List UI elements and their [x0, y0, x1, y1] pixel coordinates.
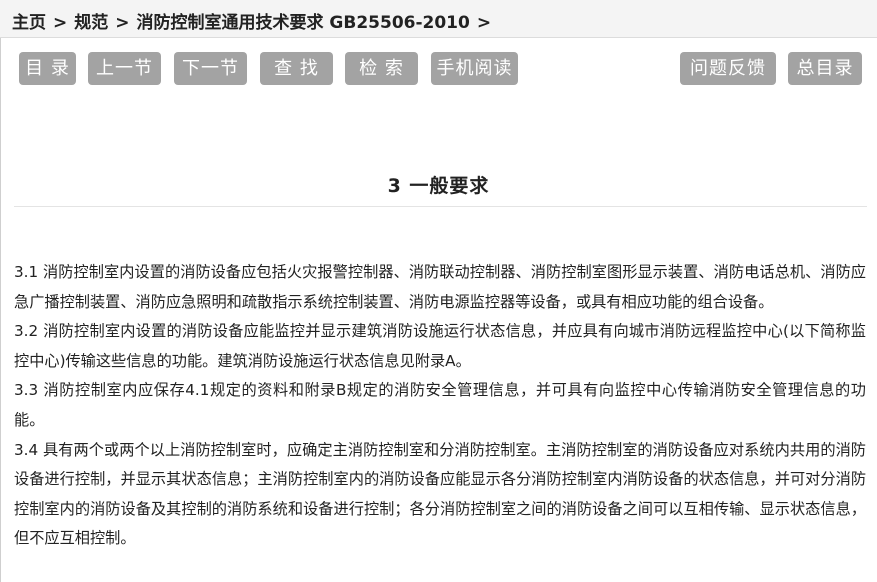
search-button[interactable]: 检 索: [345, 52, 418, 85]
breadcrumb-document-link[interactable]: 消防控制室通用技术要求 GB25506-2010: [137, 13, 470, 33]
clause-3-2: 3.2 消防控制室内设置的消防设备应能监控并显示建筑消防设施运行状态信息，并应具…: [14, 322, 866, 370]
breadcrumb-separator: >: [115, 13, 130, 33]
previous-section-button[interactable]: 上一节: [88, 52, 161, 85]
breadcrumb-home-link[interactable]: 主页: [12, 13, 46, 33]
next-section-button[interactable]: 下一节: [174, 52, 247, 85]
find-button[interactable]: 查 找: [260, 52, 333, 85]
toolbar: 目 录 上一节 下一节 查 找 检 索 手机阅读 问题反馈 总目录: [0, 52, 877, 86]
breadcrumb-separator: >: [53, 13, 68, 33]
section-title: 3 一般要求: [387, 175, 490, 197]
left-border: [0, 38, 1, 582]
clause-3-1: 3.1 消防控制室内设置的消防设备应包括火灾报警控制器、消防联动控制器、消防控制…: [14, 263, 866, 311]
clause-3-4: 3.4 具有两个或两个以上消防控制室时，应确定主消防控制室和分消防控制室。主消防…: [14, 440, 866, 548]
breadcrumb-category-link[interactable]: 规范: [74, 13, 108, 33]
breadcrumb: 主页 > 规范 > 消防控制室通用技术要求 GB25506-2010 >: [0, 0, 877, 38]
title-divider: [14, 206, 867, 207]
clause-3-3: 3.3 消防控制室内应保存4.1规定的资料和附录B规定的消防安全管理信息，并可具…: [14, 381, 866, 429]
feedback-button[interactable]: 问题反馈: [680, 52, 776, 85]
toc-button[interactable]: 目 录: [19, 52, 76, 85]
breadcrumb-separator: >: [476, 13, 492, 33]
section-content: 3.1 消防控制室内设置的消防设备应包括火灾报警控制器、消防联动控制器、消防控制…: [14, 258, 866, 554]
master-toc-button[interactable]: 总目录: [788, 52, 862, 85]
mobile-reading-button[interactable]: 手机阅读: [431, 52, 518, 85]
